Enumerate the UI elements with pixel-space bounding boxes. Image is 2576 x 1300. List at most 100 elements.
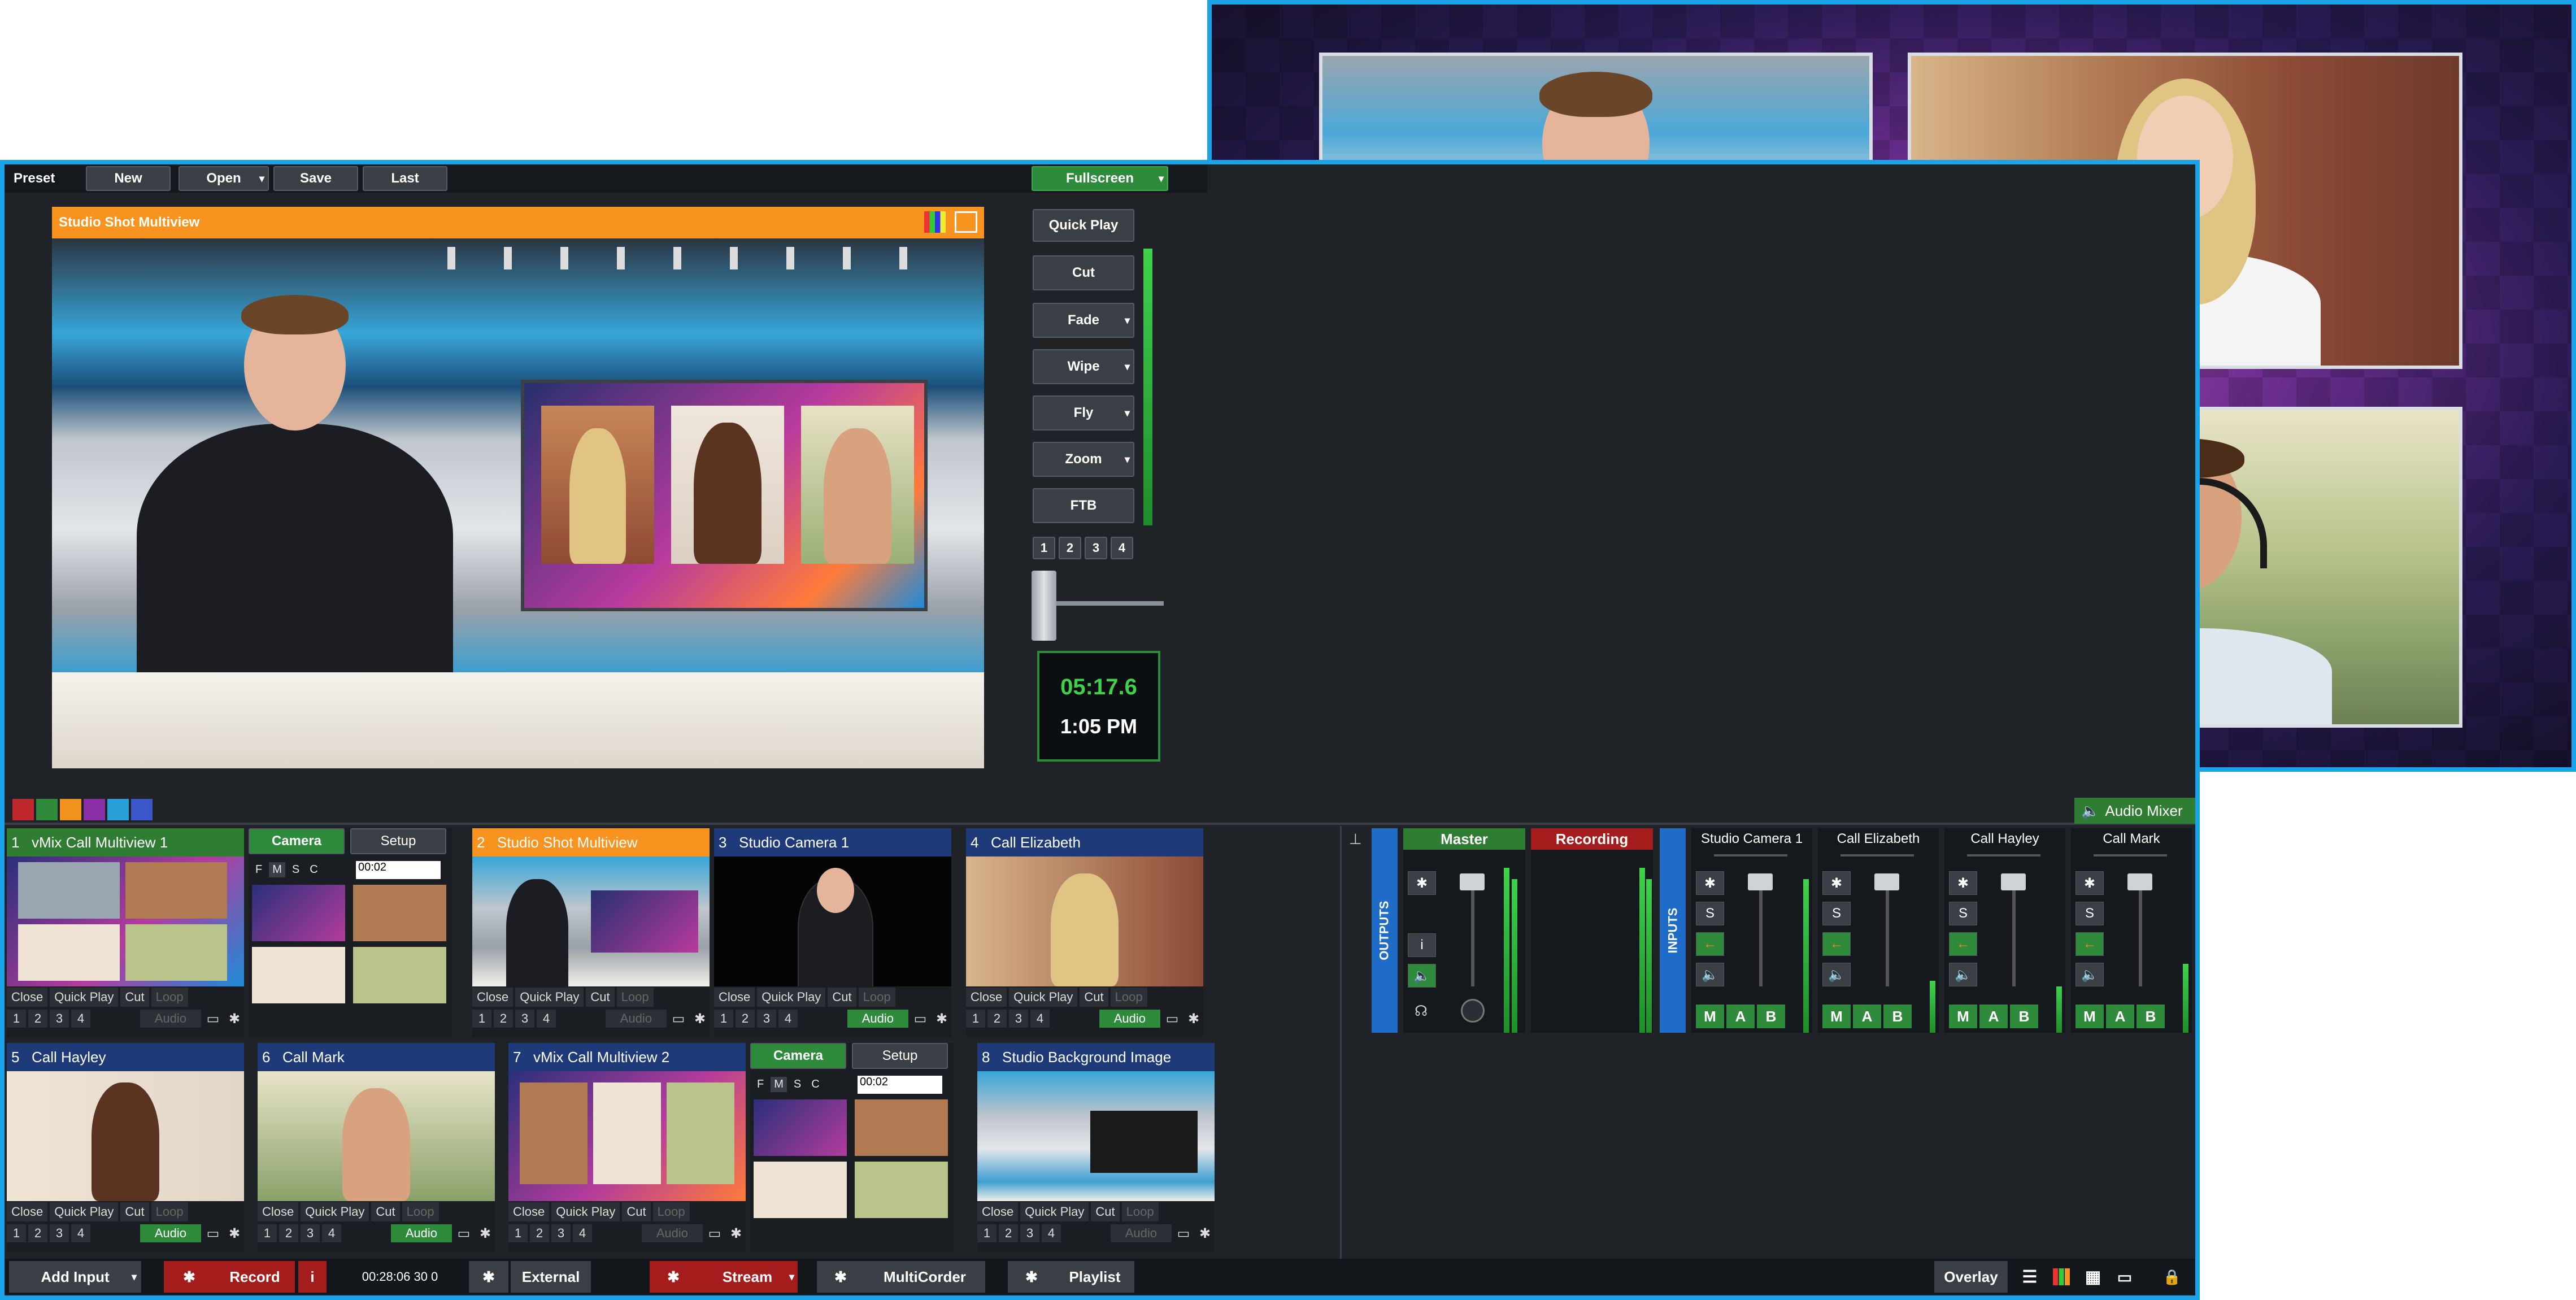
channel-4-pan[interactable]	[2094, 854, 2167, 856]
swatch-blue[interactable]	[131, 799, 153, 820]
input-4-loop[interactable]: Loop	[1110, 988, 1147, 1007]
channel-4-mute-button[interactable]: 🔈	[2075, 963, 2104, 986]
gear-icon[interactable]: ✱	[1184, 1010, 1203, 1028]
camera-2-button[interactable]: Camera	[750, 1043, 846, 1069]
input-1-quick-play[interactable]: Quick Play	[50, 988, 119, 1007]
save-button[interactable]: Save	[273, 166, 358, 191]
input-1-ov-1[interactable]: 1	[7, 1010, 26, 1028]
channel-1-gear-button[interactable]: ✱	[1696, 871, 1724, 895]
input-tile-1[interactable]: 1 vMix Call Multiview 1 Close Quick Play…	[7, 828, 244, 1037]
input-3-ov-3[interactable]: 3	[757, 1010, 776, 1028]
input-4-ov-2[interactable]: 2	[987, 1010, 1007, 1028]
channel-4-gear-button[interactable]: ✱	[2075, 871, 2104, 895]
swatch-red[interactable]	[12, 799, 34, 820]
input-5-cut[interactable]: Cut	[120, 1202, 149, 1221]
multicorder-button[interactable]: MultiCorder	[864, 1261, 985, 1293]
channel-4-arrow-button[interactable]: ←	[2075, 932, 2104, 956]
multicorder-gear-button[interactable]: ✱	[817, 1261, 864, 1293]
mode-s[interactable]: S	[790, 1077, 804, 1092]
input-3-ov-4[interactable]: 4	[778, 1010, 798, 1028]
input-4-cut[interactable]: Cut	[1080, 988, 1108, 1007]
input-2-ov-1[interactable]: 1	[472, 1010, 491, 1028]
gear-icon[interactable]: ✱	[690, 1010, 710, 1028]
stream-button[interactable]: Stream ▾	[697, 1261, 798, 1293]
input-3-cut[interactable]: Cut	[828, 988, 856, 1007]
master-mute-button[interactable]: 🔈	[1408, 964, 1436, 988]
channel-2-b-button[interactable]: B	[1883, 1005, 1912, 1028]
channel-2-m-button[interactable]: M	[1822, 1005, 1851, 1028]
input-8-ov-4[interactable]: 4	[1042, 1224, 1061, 1242]
input-1-audio[interactable]: Audio	[140, 1010, 201, 1028]
master-info-button[interactable]: i	[1408, 933, 1436, 957]
mode-f[interactable]: F	[754, 1077, 767, 1092]
input-7-ov-4[interactable]: 4	[573, 1224, 592, 1242]
input-8-ov-2[interactable]: 2	[999, 1224, 1018, 1242]
channel-3-mute-button[interactable]: 🔈	[1949, 963, 1977, 986]
input-8-ov-3[interactable]: 3	[1020, 1224, 1039, 1242]
monitor-icon[interactable]: ▭	[911, 1010, 930, 1028]
mode-c[interactable]: C	[808, 1077, 823, 1092]
input-7-cut[interactable]: Cut	[622, 1202, 651, 1221]
gear-icon[interactable]: ✱	[932, 1010, 951, 1028]
channel-2-fader[interactable]	[1874, 873, 1899, 890]
input-3-audio[interactable]: Audio	[847, 1010, 908, 1028]
input-7-quick-play[interactable]: Quick Play	[551, 1202, 620, 1221]
external-gear-button[interactable]: ✱	[469, 1261, 508, 1293]
input-1-ov-2[interactable]: 2	[28, 1010, 47, 1028]
fade-button[interactable]: Fade	[1033, 303, 1134, 338]
input-7-ov-2[interactable]: 2	[530, 1224, 549, 1242]
input-5-close[interactable]: Close	[7, 1202, 48, 1221]
monitor-icon[interactable]: ▭	[1163, 1010, 1182, 1028]
input-tile-6[interactable]: 6 Call Mark Close Quick Play Cut Loop 1 …	[258, 1043, 495, 1252]
zoom-button[interactable]: Zoom	[1033, 442, 1134, 477]
input-tile-4[interactable]: 4 Call Elizabeth Close Quick Play Cut Lo…	[966, 828, 1203, 1037]
channel-3-fader[interactable]	[2001, 873, 2026, 890]
input-4-ov-4[interactable]: 4	[1030, 1010, 1050, 1028]
channel-3-gear-button[interactable]: ✱	[1949, 871, 1977, 895]
input-6-quick-play[interactable]: Quick Play	[301, 1202, 369, 1221]
master-gear-button[interactable]: ✱	[1408, 871, 1436, 895]
input-6-close[interactable]: Close	[258, 1202, 299, 1221]
input-6-ov-3[interactable]: 3	[301, 1224, 320, 1242]
input-3-quick-play[interactable]: Quick Play	[757, 988, 826, 1007]
input-8-close[interactable]: Close	[977, 1202, 1019, 1221]
input-5-ov-2[interactable]: 2	[28, 1224, 47, 1242]
add-input-button[interactable]: Add Input ▾	[9, 1261, 141, 1293]
channel-3-pan[interactable]	[1967, 854, 2040, 856]
mode-m[interactable]: M	[771, 1077, 787, 1092]
external-button[interactable]: External	[511, 1261, 591, 1293]
channel-3-b-button[interactable]: B	[2010, 1005, 2038, 1028]
input-1-cut[interactable]: Cut	[120, 988, 149, 1007]
gear-icon[interactable]: ✱	[476, 1224, 495, 1242]
input-1-close[interactable]: Close	[7, 988, 48, 1007]
channel-1-arrow-button[interactable]: ←	[1696, 932, 1724, 956]
input-tile-2[interactable]: 2 Studio Shot Multiview Close Quick Play…	[472, 828, 710, 1037]
channel-1-fader-track[interactable]	[1759, 873, 1763, 986]
channel-3-solo-button[interactable]: S	[1949, 902, 1977, 925]
channel-1-a-button[interactable]: A	[1726, 1005, 1755, 1028]
playlist-gear-button[interactable]: ✱	[1008, 1261, 1055, 1293]
input-1-ov-3[interactable]: 3	[50, 1010, 69, 1028]
input-2-close[interactable]: Close	[472, 988, 514, 1007]
input-6-ov-4[interactable]: 4	[322, 1224, 341, 1242]
channel-1-fader[interactable]	[1748, 873, 1773, 890]
input-8-ov-1[interactable]: 1	[977, 1224, 997, 1242]
input-2-ov-4[interactable]: 4	[537, 1010, 556, 1028]
swatch-purple[interactable]	[84, 799, 105, 820]
channel-1-solo-button[interactable]: S	[1696, 902, 1724, 925]
grid-view-icon[interactable]: ▦	[2079, 1261, 2107, 1293]
input-2-ov-3[interactable]: 3	[515, 1010, 534, 1028]
channel-1-mute-button[interactable]: 🔈	[1696, 963, 1724, 986]
channel-2-gear-button[interactable]: ✱	[1822, 871, 1851, 895]
audio-mixer-tab[interactable]: 🔈 Audio Mixer	[2074, 798, 2195, 824]
master-fader[interactable]	[1460, 873, 1485, 890]
gear-icon[interactable]: ✱	[1195, 1224, 1215, 1242]
input-7-ov-1[interactable]: 1	[508, 1224, 528, 1242]
input-2-loop[interactable]: Loop	[616, 988, 654, 1007]
setup-1-button[interactable]: Setup	[350, 828, 446, 854]
monitor-icon[interactable]: ▭	[705, 1224, 724, 1242]
channel-2-a-button[interactable]: A	[1853, 1005, 1881, 1028]
cut-button[interactable]: Cut	[1033, 255, 1134, 290]
camera-1-button[interactable]: Camera	[249, 828, 345, 854]
wipe-button[interactable]: Wipe	[1033, 349, 1134, 384]
